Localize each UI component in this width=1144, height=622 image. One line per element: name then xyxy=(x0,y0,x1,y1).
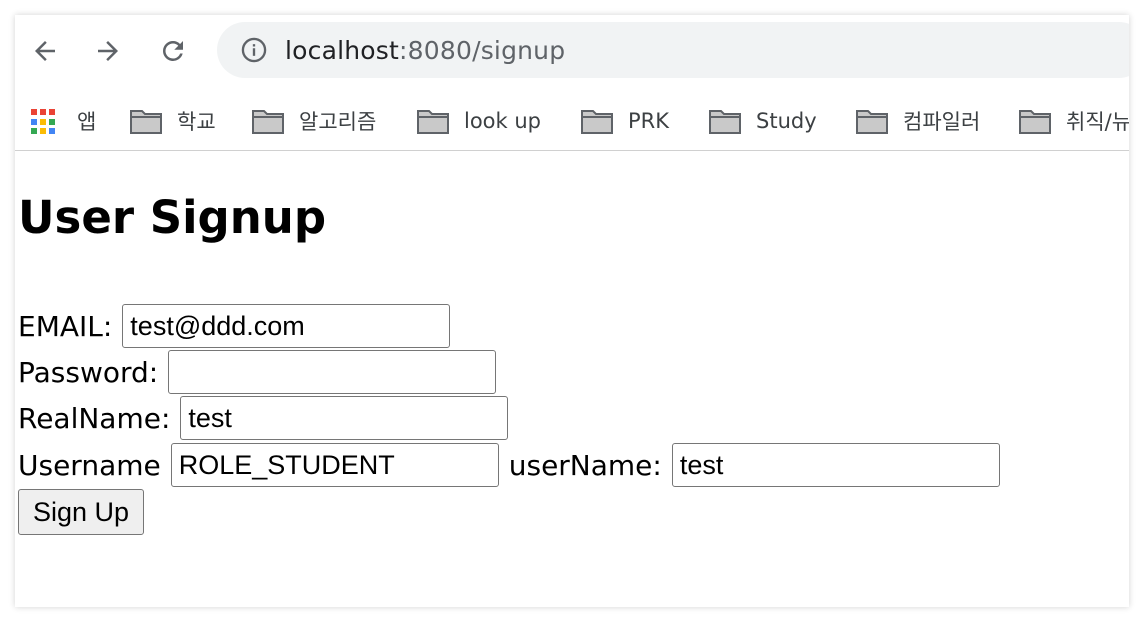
bookmark-label: look up xyxy=(464,109,542,133)
bookmark-folder-study[interactable]: Study xyxy=(708,101,817,141)
folder-icon xyxy=(417,110,449,134)
bookmark-label: 컴파일러 xyxy=(903,110,981,134)
url-path: :8080/signup xyxy=(399,35,566,65)
reload-icon xyxy=(163,41,183,61)
folder-icon xyxy=(856,110,888,134)
password-field[interactable] xyxy=(168,350,497,394)
back-button[interactable] xyxy=(25,31,65,71)
apps-grid-icon xyxy=(29,107,57,135)
bookmark-label: 취직/뉴 xyxy=(1066,110,1129,134)
realname-row: RealName: xyxy=(18,395,509,441)
folder-icon xyxy=(130,110,162,134)
email-label: EMAIL: xyxy=(18,309,113,343)
bookmark-label: PRK xyxy=(628,109,670,133)
bookmark-label: Study xyxy=(756,109,817,133)
page-content: User Signup EMAIL: Password: RealName: U… xyxy=(18,151,1118,601)
sign-up-button[interactable]: Sign Up xyxy=(18,489,145,535)
arrow-right-icon xyxy=(98,41,118,61)
username2-label: userName: xyxy=(508,448,662,482)
email-field[interactable] xyxy=(122,304,451,348)
page-title: User Signup xyxy=(18,191,327,244)
forward-button[interactable] xyxy=(88,31,128,71)
arrow-left-icon xyxy=(35,41,55,61)
folder-icon xyxy=(709,110,741,134)
bookmark-folder-prk[interactable]: PRK xyxy=(580,101,669,141)
realname-label: RealName: xyxy=(18,401,171,435)
email-row: EMAIL: xyxy=(18,303,451,349)
url-text[interactable]: localhost:8080/signup xyxy=(285,36,565,65)
username-label: Username xyxy=(18,448,161,482)
username2-field[interactable] xyxy=(671,443,1000,487)
folder-icon xyxy=(581,110,613,134)
password-row: Password: xyxy=(18,349,497,395)
username-field[interactable] xyxy=(170,443,499,487)
bookmark-folder-jobs[interactable]: 취직/뉴 xyxy=(1018,101,1129,141)
bookmark-folder-compiler[interactable]: 컴파일러 xyxy=(855,101,980,141)
bookmark-folder-algorithm[interactable]: 알고리즘 xyxy=(251,101,376,141)
bookmark-label: 학교 xyxy=(177,110,216,134)
info-icon[interactable] xyxy=(239,35,269,65)
bookmarks-bar: 앱 학교 알고리즘 look up PRK Study 컴파일러 취직/뉴 xyxy=(15,91,1129,151)
realname-field[interactable] xyxy=(180,396,509,440)
reload-button[interactable] xyxy=(153,31,193,71)
bookmark-apps[interactable]: 앱 xyxy=(29,101,96,141)
folder-icon xyxy=(252,110,284,134)
address-bar[interactable]: localhost:8080/signup xyxy=(217,22,1129,78)
browser-toolbar: localhost:8080/signup xyxy=(15,15,1129,85)
password-label: Password: xyxy=(18,355,159,389)
username-row: Username userName: xyxy=(18,442,1000,488)
bookmark-folder-school[interactable]: 학교 xyxy=(129,101,216,141)
bookmark-label: 앱 xyxy=(77,110,97,134)
browser-window: localhost:8080/signup 앱 학교 알고리즘 look up … xyxy=(15,15,1129,607)
bookmark-folder-lookup[interactable]: look up xyxy=(416,101,541,141)
url-host: localhost xyxy=(285,35,400,65)
bookmark-label: 알고리즘 xyxy=(299,110,377,134)
folder-icon xyxy=(1019,110,1051,134)
